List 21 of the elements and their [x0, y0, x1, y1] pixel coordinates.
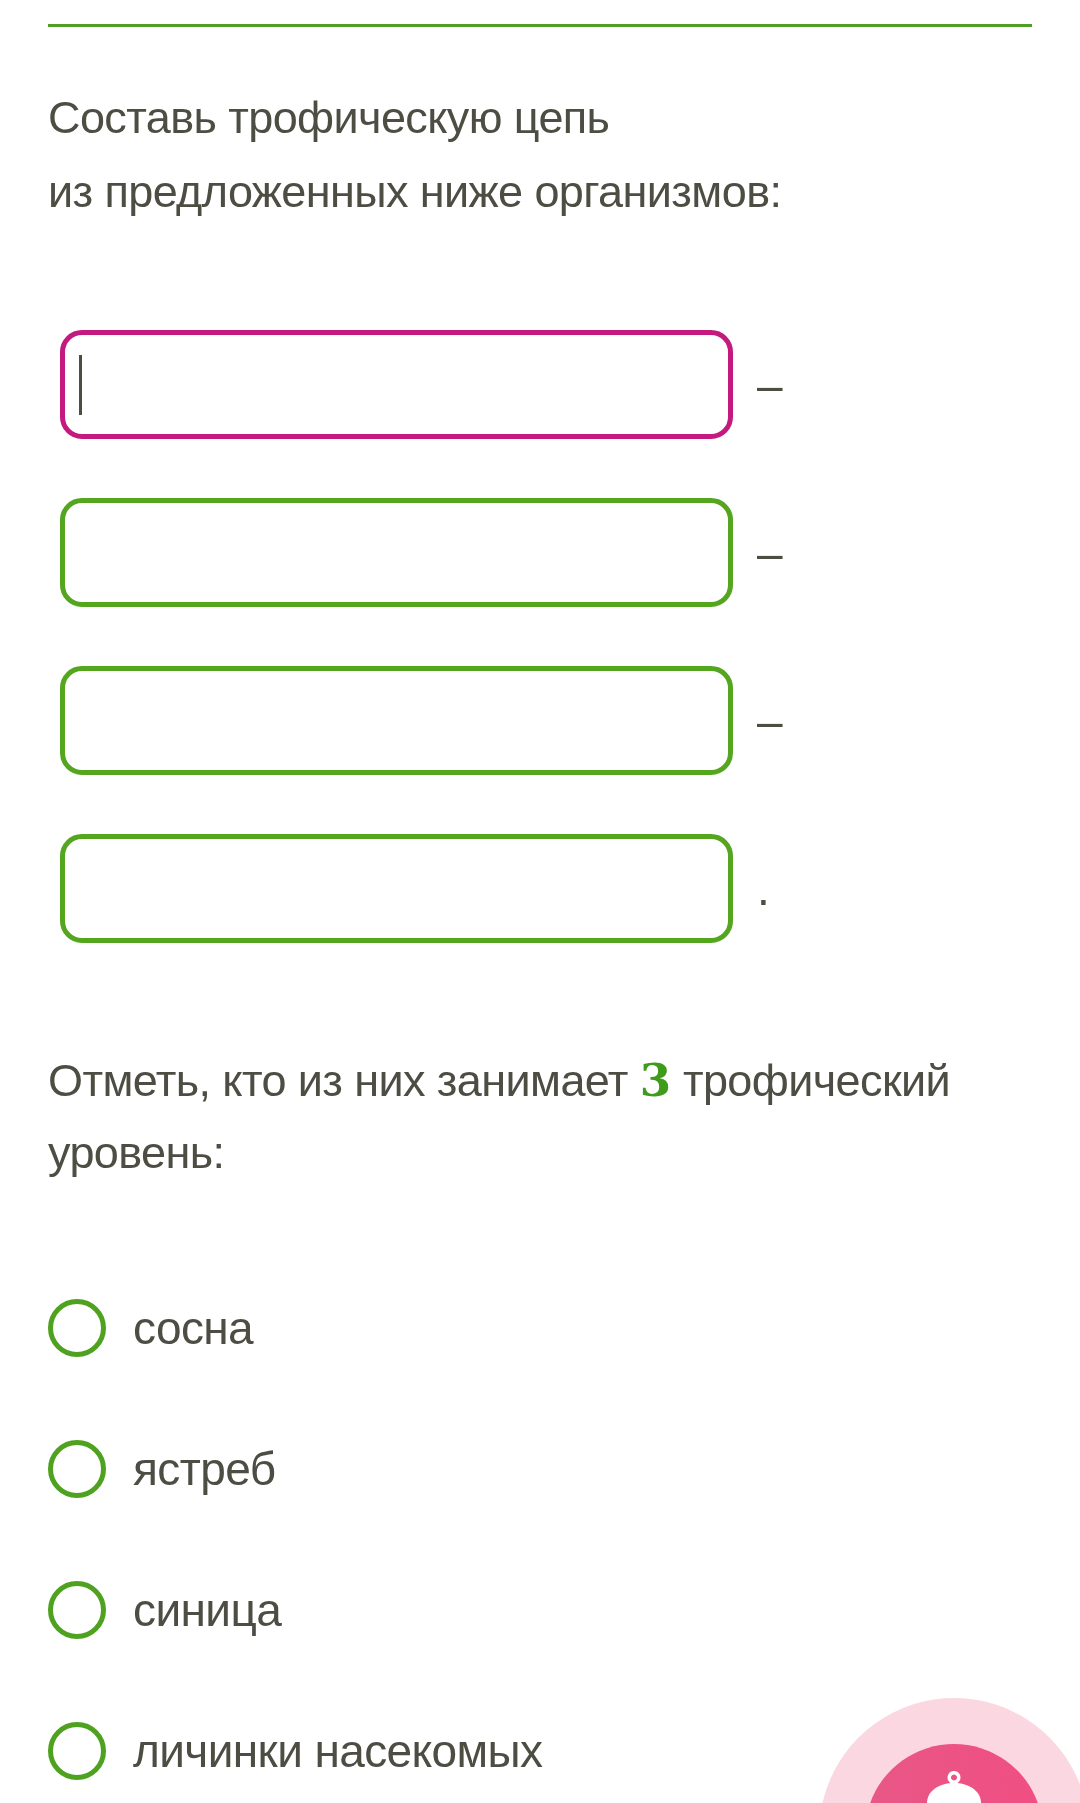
text-cursor-icon — [79, 354, 82, 415]
option-label[interactable]: сосна — [133, 1299, 254, 1357]
radio-button[interactable] — [48, 1722, 106, 1780]
option-label[interactable]: ястреб — [133, 1440, 276, 1498]
action-button[interactable] — [870, 1744, 1038, 1803]
chain-separator: . — [757, 861, 770, 917]
option-label[interactable]: синица — [133, 1581, 282, 1639]
task-instruction: Составь трофическую цепь из предложенных ниже организмов: — [48, 91, 783, 219]
radio-button[interactable] — [48, 1440, 106, 1498]
option-label[interactable]: личинки насекомых — [133, 1722, 543, 1780]
radio-button[interactable] — [48, 1581, 106, 1639]
radio-button[interactable] — [48, 1299, 106, 1357]
chain-separator: – — [757, 357, 783, 413]
chain-separator: – — [757, 525, 783, 581]
answer-field[interactable] — [60, 834, 733, 943]
bell-icon — [927, 1771, 981, 1803]
question-text: Отметь, кто из них занимает 3 трофический уровень: — [48, 1053, 952, 1180]
answer-field[interactable] — [60, 330, 733, 439]
answer-field[interactable] — [60, 666, 733, 775]
answer-field[interactable] — [60, 498, 733, 607]
chain-separator: – — [757, 693, 783, 749]
